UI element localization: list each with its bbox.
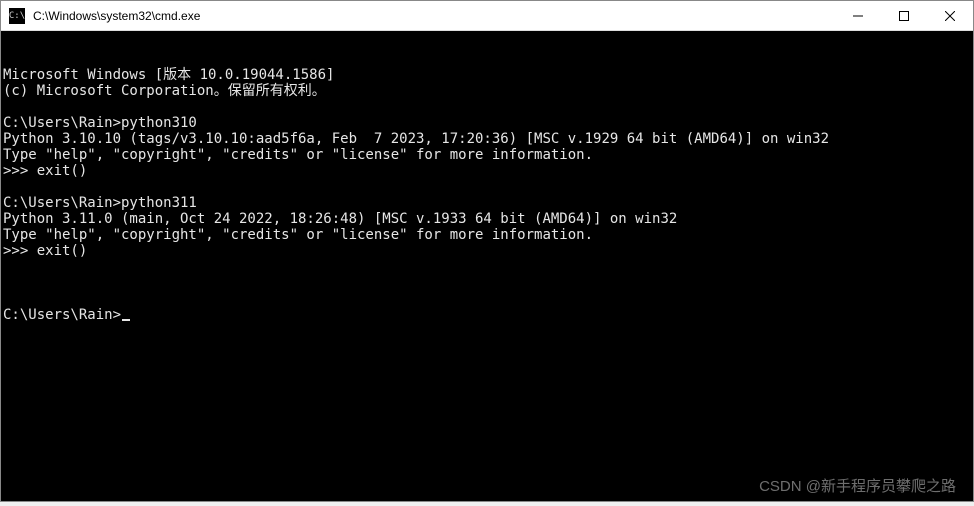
terminal-line: Type "help", "copyright", "credits" or "… [3,227,971,243]
cursor [122,319,130,321]
minimize-button[interactable] [835,1,881,30]
terminal-line [3,259,971,275]
terminal-line: Type "help", "copyright", "credits" or "… [3,147,971,163]
maximize-button[interactable] [881,1,927,30]
terminal-line: C:\Users\Rain>python311 [3,195,971,211]
cmd-icon: C:\ [9,8,25,24]
terminal-line: Microsoft Windows [版本 10.0.19044.1586] [3,67,971,83]
terminal-line: C:\Users\Rain>python310 [3,115,971,131]
terminal-area[interactable]: Microsoft Windows [版本 10.0.19044.1586](c… [1,31,973,501]
titlebar[interactable]: C:\ C:\Windows\system32\cmd.exe [1,1,973,31]
cmd-window: C:\ C:\Windows\system32\cmd.exe Microsof… [0,0,974,502]
close-button[interactable] [927,1,973,30]
terminal-line: >>> exit() [3,163,971,179]
terminal-line [3,179,971,195]
window-controls [835,1,973,30]
terminal-line: Python 3.11.0 (main, Oct 24 2022, 18:26:… [3,211,971,227]
terminal-line [3,99,971,115]
terminal-line: >>> exit() [3,243,971,259]
window-title: C:\Windows\system32\cmd.exe [31,9,835,23]
prompt: C:\Users\Rain> [3,307,121,323]
terminal-line: Python 3.10.10 (tags/v3.10.10:aad5f6a, F… [3,131,971,147]
terminal-line: (c) Microsoft Corporation。保留所有权利。 [3,83,971,99]
